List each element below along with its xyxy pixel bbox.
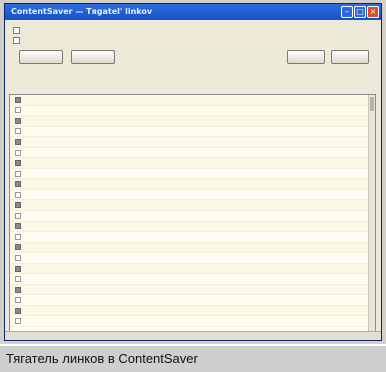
scrollbar-thumb[interactable] (370, 97, 374, 111)
title-bar[interactable]: ContentSaver — Tяgatel' linkov – □ × (5, 4, 381, 20)
list-item[interactable] (10, 263, 375, 275)
window-controls: – □ × (341, 6, 379, 18)
folder-icon (15, 117, 21, 124)
list-item[interactable] (10, 221, 375, 233)
clear-all-button[interactable] (71, 50, 115, 64)
folder-icon (15, 307, 21, 314)
folder-icon (15, 181, 21, 188)
list-item[interactable] (10, 242, 375, 254)
list-item[interactable] (10, 137, 375, 148)
close-icon[interactable]: × (367, 6, 379, 18)
page-icon (15, 318, 21, 325)
ok-button[interactable] (287, 50, 325, 64)
list-item[interactable] (10, 253, 375, 264)
list-item[interactable] (10, 190, 375, 201)
folder-icon (15, 244, 21, 251)
list-item[interactable] (10, 179, 375, 190)
list-item[interactable] (10, 158, 375, 169)
page-icon (15, 149, 21, 156)
links-rows (10, 95, 375, 328)
image-caption: Тягатель линков в ContentSaver (0, 344, 386, 372)
option-checkbox-2[interactable] (13, 37, 20, 44)
option-checkbox-1[interactable] (13, 27, 20, 34)
folder-icon (15, 160, 21, 167)
list-item[interactable] (10, 148, 375, 159)
page-icon (15, 276, 21, 283)
link-grabber-dialog: ContentSaver — Tяgatel' linkov – □ × (4, 3, 382, 341)
list-item[interactable] (10, 169, 375, 180)
page-icon (15, 212, 21, 219)
page-icon (15, 254, 21, 261)
page-icon (15, 233, 21, 240)
list-item[interactable] (10, 211, 375, 222)
list-item[interactable] (10, 284, 375, 296)
list-item[interactable] (10, 127, 375, 138)
list-item[interactable] (10, 232, 375, 243)
list-item[interactable] (10, 200, 375, 212)
page-icon (15, 107, 21, 114)
list-scrollbar[interactable] (368, 95, 375, 331)
folder-icon (15, 286, 21, 293)
window-title: ContentSaver — Tяgatel' linkov (11, 7, 153, 16)
folder-icon (15, 202, 21, 209)
list-item[interactable] (10, 95, 375, 106)
page-icon (15, 191, 21, 198)
list-item[interactable] (10, 316, 375, 328)
page-icon (15, 128, 21, 135)
select-all-button[interactable] (19, 50, 63, 64)
minimize-icon[interactable]: – (341, 6, 353, 18)
option-row-2[interactable] (5, 34, 381, 44)
page-icon (15, 297, 21, 304)
folder-icon (15, 223, 21, 230)
option-row-1[interactable] (5, 24, 381, 34)
folder-icon (15, 138, 21, 145)
folder-icon (15, 96, 21, 103)
page-icon (15, 170, 21, 177)
cancel-button[interactable] (331, 50, 369, 64)
links-list[interactable] (9, 94, 376, 332)
list-item[interactable] (10, 116, 375, 127)
list-item[interactable] (10, 106, 375, 117)
folder-icon (15, 265, 21, 272)
status-bar (5, 331, 381, 340)
list-item[interactable] (10, 295, 375, 306)
maximize-icon[interactable]: □ (354, 6, 366, 18)
list-item[interactable] (10, 305, 375, 317)
list-item[interactable] (10, 274, 375, 285)
button-row (5, 50, 381, 72)
